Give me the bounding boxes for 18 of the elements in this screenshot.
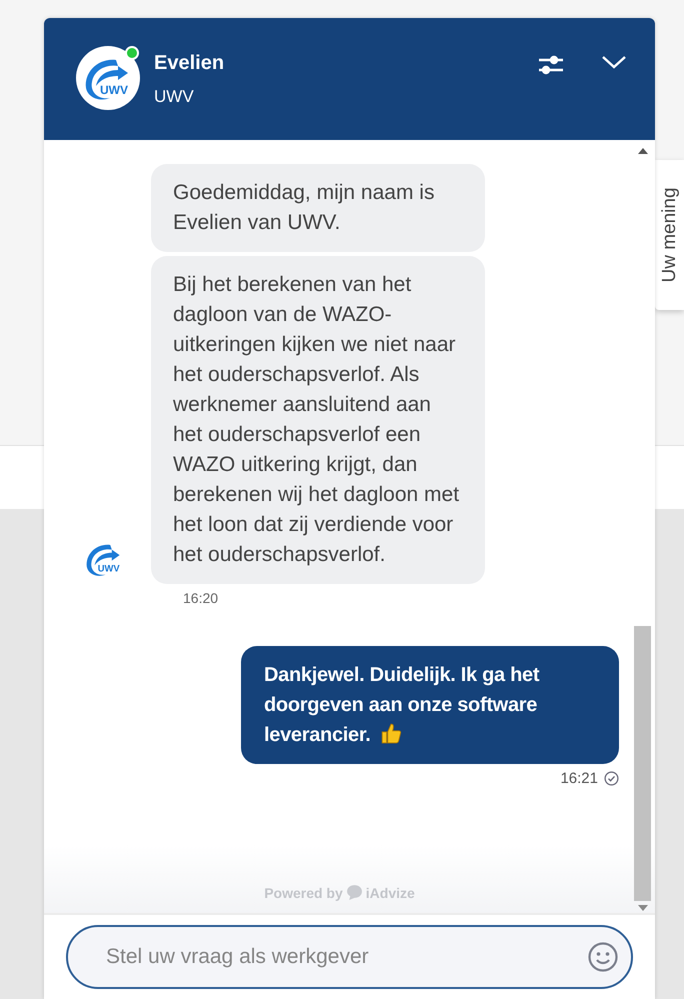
message-time: 16:20	[183, 590, 220, 606]
feedback-tab[interactable]: Uw mening	[655, 160, 684, 310]
agent-name: Evelien	[154, 52, 226, 75]
agent-message: Bij het berekenen van het dagloon van de WAZO-uitkeringen kijken we niet naar het ouderschapsverlof. Als werknemer aansluitend aan het ouderschapsverlof een WAZO uitkering krijgt, dan berekenen wij het dagloon met het loon dat zij verdiende voor het ouderschapsverlof.	[151, 256, 485, 584]
settings-icon[interactable]	[537, 54, 565, 76]
uwv-logo: UWV	[76, 534, 132, 584]
scrollbar[interactable]	[634, 148, 651, 911]
chevron-down-icon[interactable]	[601, 54, 627, 70]
agent-message: Goedemiddag, mijn naam is Evelien van UWV.	[151, 164, 485, 252]
organisation-name: UWV	[154, 87, 195, 107]
uwv-logo: UWV	[76, 46, 140, 110]
scroll-down-icon[interactable]	[638, 905, 648, 911]
message-input-field[interactable]: Stel uw vraag als werkgever	[66, 925, 633, 989]
message-text: Dankjewel. Duidelijk. Ik ga het doorgeven aan onze software leverancier.	[264, 664, 540, 746]
emoji-icon[interactable]	[587, 941, 619, 973]
scroll-up-icon[interactable]	[638, 148, 648, 154]
speech-bubble-icon	[346, 884, 363, 901]
message-time: 16:21	[560, 770, 598, 787]
